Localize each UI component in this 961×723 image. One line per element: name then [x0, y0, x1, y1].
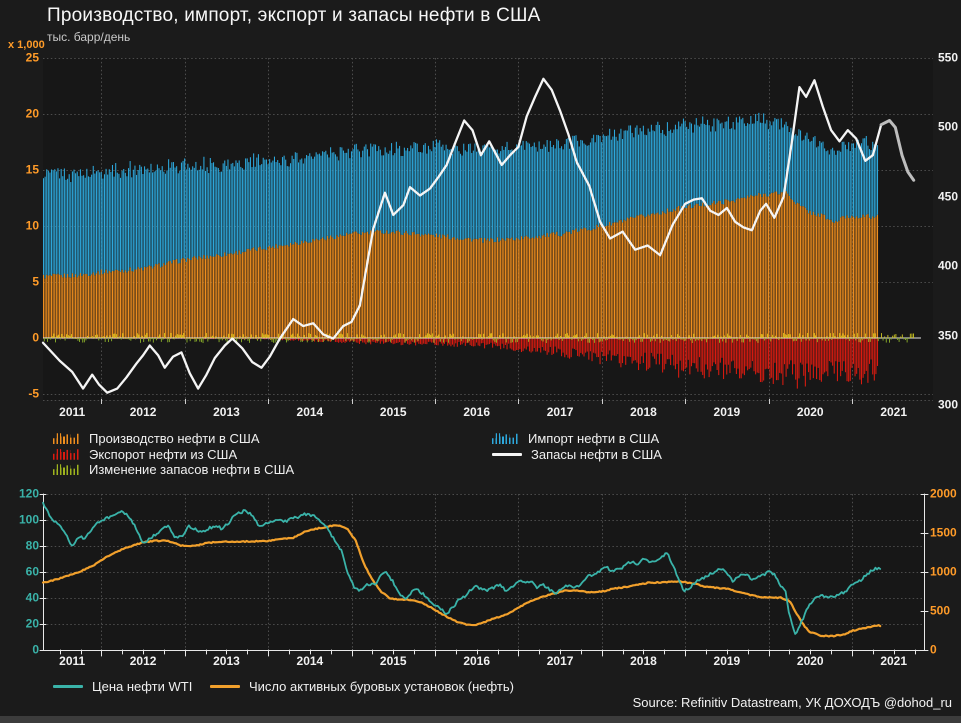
inventories-line-icon — [492, 452, 522, 456]
top-chart-year-label: 2014 — [296, 405, 324, 419]
legend-label-wti: Цена нефти WTI — [92, 679, 193, 695]
bottom-left-axis-tick: 20 — [25, 616, 39, 631]
legend-label-rigs: Число активных буровых установок (нефть) — [249, 679, 514, 695]
bottom-left-axis-tick: 0 — [32, 642, 39, 657]
legend-item-rigs: Число активных буровых установок (нефть) — [210, 679, 514, 695]
legend-item-inventory-change: Изменение запасов нефти в США — [53, 462, 294, 478]
legend-item-imports: Импорт нефти в США — [492, 431, 662, 447]
top-chart-year-label: 2012 — [129, 405, 157, 419]
bottom-left-axis-tick: 40 — [25, 590, 39, 605]
left-axis-unit-label: тыс. барр/день — [47, 30, 131, 44]
top-left-axis-tick: 20 — [25, 106, 39, 121]
legend-item-production: Производство нефти в США — [53, 431, 294, 447]
bottom-left-axis-tick: 80 — [25, 538, 39, 553]
bottom-chart-year-label: 2011 — [59, 654, 86, 668]
bottom-chart-year-label: 2019 — [713, 654, 741, 668]
charts-canvas — [0, 0, 961, 723]
bottom-window-strip — [0, 716, 961, 723]
legend-item-wti: Цена нефти WTI — [53, 679, 192, 695]
top-right-axis-tick: 400 — [938, 258, 959, 273]
bottom-right-axis-tick: 2000 — [930, 486, 957, 501]
source-credit: Source: Refinitiv Datastream, УК ДОХОДЪ … — [632, 695, 952, 710]
legend-item-inventories: Запасы нефти в США — [492, 447, 662, 463]
bottom-chart-year-label: 2015 — [379, 654, 407, 668]
production-bars-icon — [53, 433, 80, 445]
top-right-axis-tick: 350 — [938, 328, 959, 343]
top-right-axis-tick: 500 — [938, 119, 959, 134]
bottom-chart-year-label: 2016 — [463, 654, 491, 668]
top-chart-year-label: 2011 — [59, 405, 86, 419]
bottom-left-axis-tick: 100 — [18, 512, 39, 527]
top-chart-year-label: 2020 — [796, 405, 824, 419]
top-right-axis-tick: 300 — [938, 397, 959, 412]
wti-line-icon — [53, 685, 83, 689]
top-left-axis-tick: -5 — [28, 386, 39, 401]
top-chart-year-label: 2021 — [880, 405, 908, 419]
legend-label-production: Производство нефти в США — [89, 431, 260, 447]
legend-label-imports: Импорт нефти в США — [528, 431, 660, 447]
inventory-change-bars-icon — [53, 464, 80, 476]
bottom-left-axis-tick: 120 — [18, 486, 39, 501]
chart-panel: Производство, импорт, экспорт и запасы н… — [0, 0, 961, 723]
exports-bars-icon — [53, 448, 80, 460]
top-left-axis-tick: 5 — [32, 274, 39, 289]
bottom-chart-year-label: 2014 — [296, 654, 324, 668]
top-left-axis-tick: 0 — [32, 330, 39, 345]
top-chart-year-label: 2019 — [713, 405, 741, 419]
bottom-chart-year-label: 2020 — [796, 654, 824, 668]
top-left-axis-tick: 25 — [25, 50, 39, 65]
bottom-right-axis-tick: 1000 — [930, 564, 957, 579]
legend-label-inventory-change: Изменение запасов нефти в США — [89, 462, 295, 478]
left-axis-multiplier-label: x 1,000 — [8, 39, 45, 51]
top-chart-legend: Производство нефти в США Экспорот нефти … — [0, 431, 961, 481]
bottom-right-axis-tick: 500 — [930, 603, 951, 618]
top-left-axis-tick: 15 — [25, 162, 39, 177]
legend-label-inventories: Запасы нефти в США — [531, 446, 662, 462]
bottom-chart-year-label: 2017 — [546, 654, 574, 668]
bottom-chart-year-label: 2012 — [129, 654, 157, 668]
bottom-right-axis-tick: 0 — [930, 642, 937, 657]
bottom-right-axis-tick: 1500 — [930, 525, 957, 540]
imports-bars-icon — [492, 433, 519, 445]
top-left-axis-tick: 10 — [25, 218, 39, 233]
bottom-chart-year-label: 2021 — [880, 654, 908, 668]
top-right-axis-tick: 450 — [938, 189, 959, 204]
top-chart-year-label: 2016 — [463, 405, 491, 419]
legend-label-exports: Экспорот нефти из США — [89, 446, 238, 462]
rigs-line-icon — [210, 685, 240, 689]
page-title: Производство, импорт, экспорт и запасы н… — [47, 5, 541, 26]
top-chart-year-label: 2018 — [630, 405, 657, 419]
legend-item-exports: Экспорот нефти из США — [53, 447, 294, 463]
bottom-left-axis-tick: 60 — [25, 564, 39, 579]
top-right-axis-tick: 550 — [938, 50, 959, 65]
top-chart-year-label: 2013 — [213, 405, 240, 419]
bottom-chart-year-label: 2018 — [630, 654, 657, 668]
top-chart-year-label: 2017 — [546, 405, 574, 419]
bottom-chart-year-label: 2013 — [213, 654, 240, 668]
top-chart-year-label: 2015 — [379, 405, 407, 419]
